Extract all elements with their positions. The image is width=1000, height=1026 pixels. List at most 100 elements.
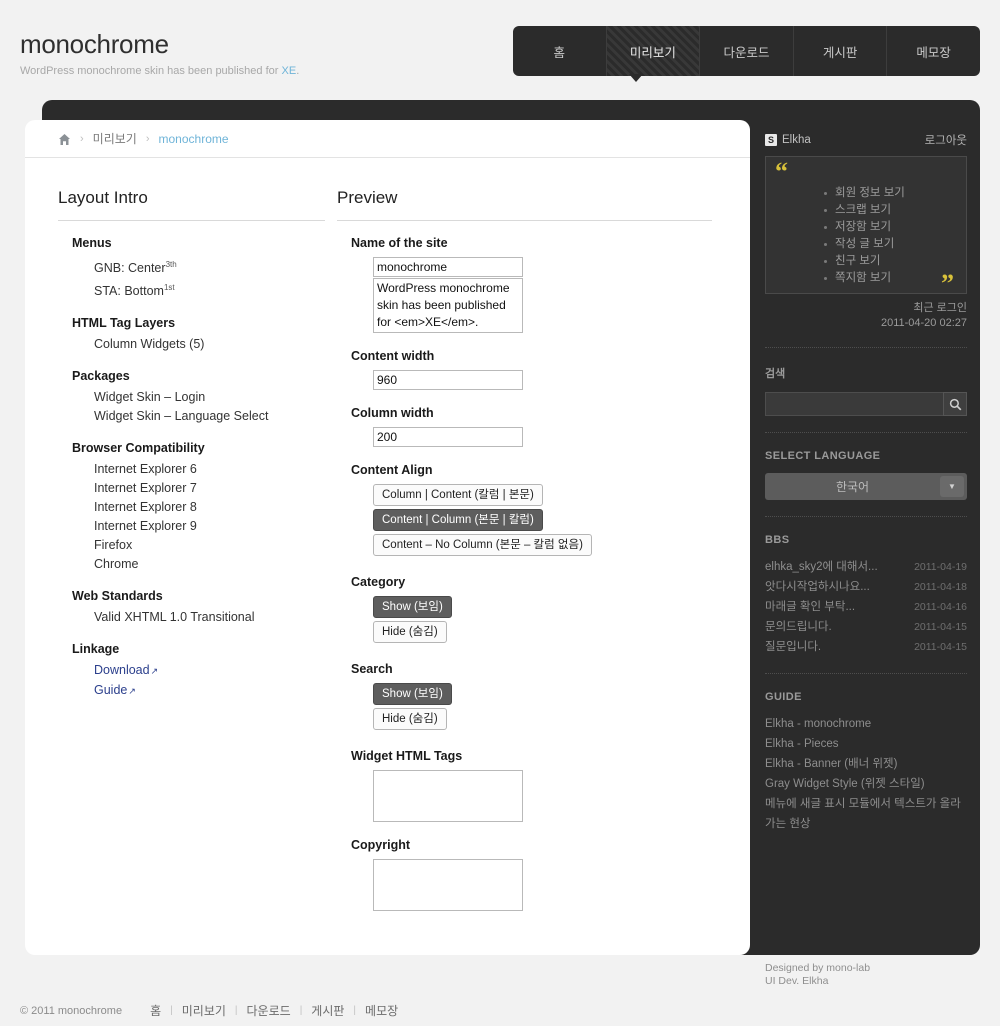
footer-nav-preview[interactable]: 미리보기 [182, 1002, 226, 1019]
bbs-date: 2011-04-15 [914, 641, 967, 653]
nav-item-board[interactable]: 게시판 [792, 26, 887, 76]
bbs-row[interactable]: 마래글 확인 부탁... 2011-04-16 [765, 597, 967, 617]
footer-nav-home[interactable]: 홈 [150, 1002, 161, 1019]
group-item-text: GNB: Center [94, 261, 166, 276]
footer-nav-board[interactable]: 게시판 [311, 1002, 344, 1019]
quote-close-icon: ” [941, 269, 954, 298]
name-of-site-label: Name of the site [351, 236, 448, 250]
breadcrumb-item-preview[interactable]: 미리보기 [93, 130, 137, 147]
bbs-date: 2011-04-15 [914, 621, 967, 633]
guide-link[interactable]: Guide [94, 683, 127, 697]
content-align-option-no-column[interactable]: Content – No Column (본문 – 칼럼 없음) [373, 534, 592, 556]
search-button[interactable] [943, 392, 967, 416]
guide-item[interactable]: 메뉴에 새글 표시 모듈에서 텍스트가 올라가는 현상 [765, 794, 967, 834]
nav-item-home[interactable]: 홈 [513, 26, 606, 76]
layout-intro-column: Layout Intro Menus GNB: Center3th STA: B… [25, 188, 325, 911]
search-section-title: 검색 [765, 368, 786, 380]
breadcrumb-item-current[interactable]: monochrome [159, 132, 229, 146]
last-login-time: 2011-04-20 02:27 [880, 317, 967, 329]
login-menu-item[interactable]: 회원 정보 보기 [824, 185, 956, 202]
logout-link[interactable]: 로그아웃 [925, 132, 967, 148]
guide-item[interactable]: Elkha - Pieces [765, 734, 967, 754]
quote-open-icon: “ [775, 157, 788, 186]
group-item-sup: 3th [165, 260, 177, 269]
magnifier-icon [949, 398, 961, 410]
category-option-hide[interactable]: Hide (숨김) [373, 621, 447, 643]
search-option-hide[interactable]: Hide (숨김) [373, 708, 447, 730]
page-title: monochrome [20, 29, 169, 59]
group-item: Chrome [94, 557, 139, 572]
guide-list: Elkha - monochrome Elkha - Pieces Elkha … [765, 714, 967, 834]
login-menu-item[interactable]: 저장함 보기 [824, 219, 956, 236]
bbs-row[interactable]: 앗다시작업하시나요... 2011-04-18 [765, 577, 967, 597]
site-name-input[interactable] [373, 257, 523, 277]
group-head-linkage: Linkage [72, 642, 120, 657]
sidebar-divider [765, 347, 967, 348]
design-credit: Designed by mono-lab UI Dev. Elkha [765, 962, 870, 988]
bbs-row[interactable]: elhka_sky2에 대해서... 2011-04-19 [765, 557, 967, 577]
group-item: Guide↗ [94, 681, 325, 701]
guide-item[interactable]: Gray Widget Style (위젯 스타일) [765, 774, 967, 794]
group-item: Internet Explorer 9 [94, 519, 197, 534]
sidebar-divider [765, 673, 967, 674]
widget-html-tags-textarea[interactable] [373, 770, 523, 822]
group-head-web-standards: Web Standards [72, 589, 163, 604]
bbs-title: 질문입니다. [765, 641, 822, 653]
group-head-packages: Packages [72, 369, 130, 384]
login-menu-item[interactable]: 작성 글 보기 [824, 236, 956, 253]
category-option-show[interactable]: Show (보임) [373, 596, 452, 618]
preview-column: Preview Name of the site Content width C… [325, 188, 715, 911]
group-item: Widget Skin – Login [94, 390, 206, 405]
language-select[interactable]: 한국어 ▼ [765, 473, 967, 500]
group-item: GNB: Center3th [94, 255, 325, 278]
login-widget: “ 회원 정보 보기 스크랩 보기 저장함 보기 작성 글 보기 친구 보기 쪽… [765, 156, 967, 298]
external-link-icon: ↗ [128, 686, 136, 697]
page-footer: © 2011 monochrome 홈 | 미리보기 | 다운로드 | 게시판 … [0, 995, 1000, 1026]
home-icon[interactable] [58, 133, 71, 146]
active-tab-arrow-icon [629, 74, 643, 82]
nav-item-download[interactable]: 다운로드 [699, 26, 793, 76]
category-label: Category [351, 575, 406, 589]
breadcrumb: › 미리보기 › monochrome [25, 120, 750, 158]
bbs-row[interactable]: 질문입니다. 2011-04-15 [765, 637, 967, 657]
bbs-date: 2011-04-18 [914, 581, 967, 593]
search-option-show[interactable]: Show (보임) [373, 683, 452, 705]
footer-nav-download[interactable]: 다운로드 [247, 1002, 291, 1019]
sidebar-divider [765, 516, 967, 517]
chevron-down-icon[interactable]: ▼ [940, 476, 964, 497]
search-input[interactable] [765, 392, 943, 416]
nav-item-preview[interactable]: 미리보기 [605, 26, 700, 76]
site-description-textarea[interactable] [373, 278, 523, 333]
preview-title: Preview [337, 188, 712, 221]
copyright-label: Copyright [351, 838, 411, 852]
content-width-input[interactable] [373, 370, 523, 390]
column-width-input[interactable] [373, 427, 523, 447]
content-align-label: Content Align [351, 463, 433, 477]
content-align-option-column-content[interactable]: Column | Content (칼럼 | 본문) [373, 484, 543, 506]
credit-line-designer: Designed by mono-lab [765, 962, 871, 974]
bbs-title: 문의드립니다. [765, 621, 832, 633]
group-item: Column Widgets (5) [94, 337, 205, 352]
login-menu-item[interactable]: 쪽지함 보기 [824, 270, 956, 287]
login-menu-item[interactable]: 스크랩 보기 [824, 202, 956, 219]
language-selected-value: 한국어 [835, 480, 870, 494]
content-align-option-content-column[interactable]: Content | Column (본문 | 칼럼) [373, 509, 543, 531]
content-panel: › 미리보기 › monochrome Layout Intro Menus G… [25, 120, 750, 955]
copyright-textarea[interactable] [373, 859, 523, 911]
footer-nav-memo[interactable]: 메모장 [365, 1002, 398, 1019]
group-item: Firefox [94, 538, 133, 553]
bbs-title: elhka_sky2에 대해서... [765, 561, 878, 573]
xe-link[interactable]: XE [282, 65, 297, 77]
download-link[interactable]: Download [94, 663, 150, 677]
bbs-row[interactable]: 문의드립니다. 2011-04-15 [765, 617, 967, 637]
last-login-block: 최근 로그인 2011-04-20 02:27 [765, 301, 967, 331]
group-item: Widget Skin – Language Select [94, 409, 269, 424]
login-menu-item[interactable]: 친구 보기 [824, 253, 956, 270]
footer-nav-separator: | [170, 1005, 173, 1016]
guide-item[interactable]: Elkha - Banner (배너 위젯) [765, 754, 967, 774]
layout-intro-title: Layout Intro [58, 188, 325, 221]
last-login-label: 최근 로그인 [913, 302, 967, 314]
guide-item[interactable]: Elkha - monochrome [765, 714, 967, 734]
nav-item-memo[interactable]: 메모장 [886, 26, 980, 76]
bbs-title: 마래글 확인 부탁... [765, 601, 856, 613]
